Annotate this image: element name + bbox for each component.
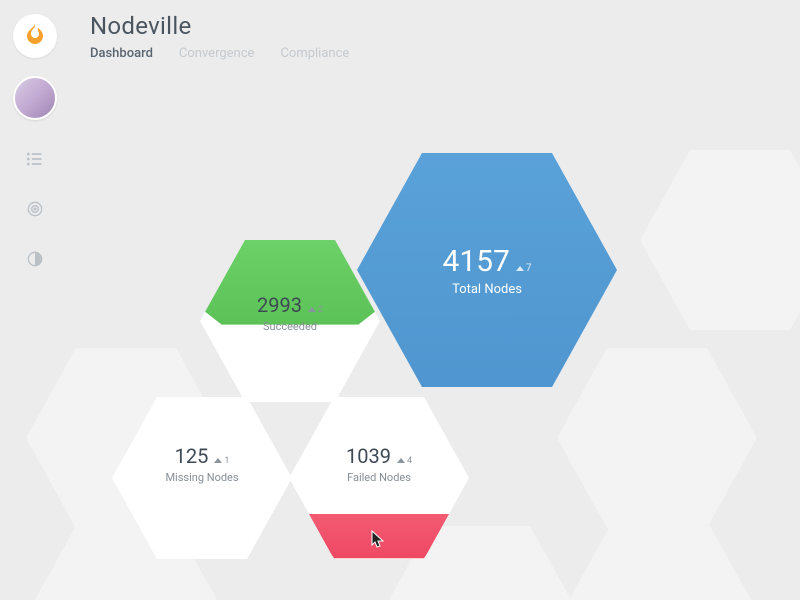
flame-icon bbox=[23, 22, 47, 50]
value-row: 4157 7 bbox=[442, 244, 531, 279]
hex-empty bbox=[640, 140, 800, 340]
app-title: Nodeville bbox=[90, 12, 349, 40]
missing-value: 125 bbox=[175, 444, 209, 468]
app-logo[interactable] bbox=[13, 14, 57, 58]
hex-content: 2993 2 Succeeded bbox=[200, 231, 380, 411]
tabs: Dashboard Convergence Compliance bbox=[90, 46, 349, 61]
header: Nodeville Dashboard Convergence Complian… bbox=[90, 12, 349, 61]
hex-content: 4157 7 Total Nodes bbox=[357, 140, 617, 400]
value-row: 125 1 bbox=[175, 444, 230, 468]
failed-delta: 4 bbox=[397, 456, 412, 466]
total-delta: 7 bbox=[516, 263, 532, 274]
tab-compliance[interactable]: Compliance bbox=[280, 46, 349, 61]
tab-dashboard[interactable]: Dashboard bbox=[90, 46, 153, 61]
sidebar-rail bbox=[0, 0, 70, 600]
hex-total-nodes[interactable]: 4157 7 Total Nodes bbox=[357, 140, 617, 400]
total-label: Total Nodes bbox=[452, 282, 522, 297]
hex-empty bbox=[557, 338, 757, 538]
radar-icon[interactable] bbox=[24, 198, 46, 220]
missing-label: Missing Nodes bbox=[165, 471, 238, 484]
avatar[interactable] bbox=[13, 76, 57, 120]
value-row: 1039 4 bbox=[346, 444, 412, 468]
failed-value: 1039 bbox=[346, 444, 391, 468]
value-row: 2993 2 bbox=[257, 293, 323, 317]
contrast-icon[interactable] bbox=[24, 248, 46, 270]
succeeded-delta: 2 bbox=[308, 305, 323, 315]
succeeded-value: 2993 bbox=[257, 293, 302, 317]
list-icon[interactable] bbox=[24, 148, 46, 170]
hex-empty bbox=[560, 516, 760, 600]
tab-convergence[interactable]: Convergence bbox=[179, 46, 255, 61]
failed-label: Failed Nodes bbox=[347, 471, 411, 484]
total-value: 4157 bbox=[442, 244, 509, 279]
missing-delta: 1 bbox=[214, 456, 229, 466]
succeeded-label: Succeeded bbox=[263, 320, 317, 333]
hex-succeeded[interactable]: 2993 2 Succeeded bbox=[200, 231, 380, 411]
